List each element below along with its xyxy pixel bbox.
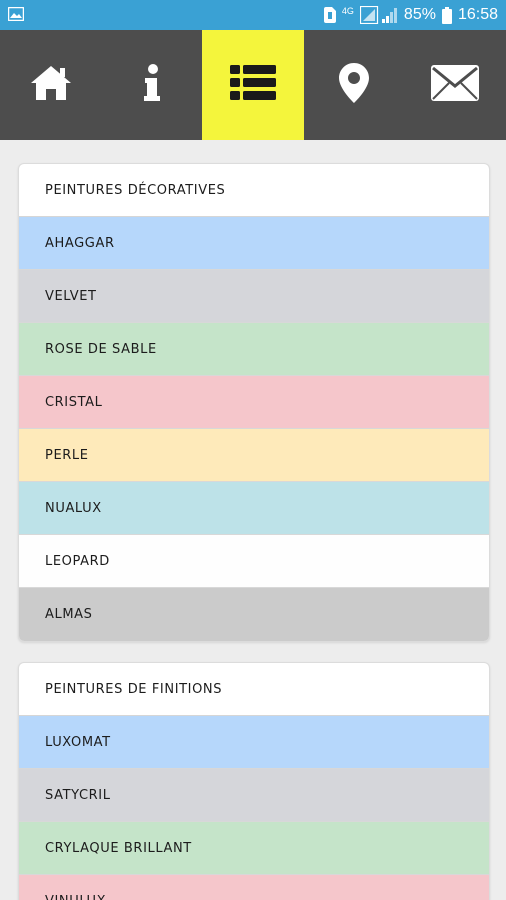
list-icon (229, 65, 276, 105)
list-item-luxomat[interactable]: LUXOMAT (19, 716, 489, 769)
battery-icon (441, 6, 452, 24)
top-nav (0, 30, 506, 140)
home-icon (30, 65, 72, 105)
info-icon (143, 64, 161, 106)
section-card-decoratives: PEINTURES DÉCORATIVES AHAGGAR VELVET ROS… (18, 163, 490, 642)
content-area: PEINTURES DÉCORATIVES AHAGGAR VELVET ROS… (0, 140, 506, 900)
list-item-leopard[interactable]: LEOPARD (19, 535, 489, 588)
status-bar: 4G 85% 16:58 (0, 0, 506, 30)
section-title: PEINTURES DÉCORATIVES (19, 164, 489, 217)
list-item-velvet[interactable]: VELVET (19, 270, 489, 323)
list-item-satycril[interactable]: SATYCRIL (19, 769, 489, 822)
list-item-nualux[interactable]: NUALUX (19, 482, 489, 535)
location-pin-icon (339, 63, 370, 107)
list-item-vinulux[interactable]: VINULUX (19, 875, 489, 900)
battery-percent: 85% (403, 6, 436, 23)
clock-time: 16:58 (457, 6, 498, 23)
nav-list[interactable] (202, 30, 304, 140)
sim-icon (323, 7, 336, 23)
mail-icon (431, 65, 480, 105)
section-title: PEINTURES DE FINITIONS (19, 663, 489, 716)
nav-location[interactable] (304, 30, 405, 140)
network-type-label: 4G (341, 5, 354, 16)
list-item-almas[interactable]: ALMAS (19, 588, 489, 641)
list-item-perle[interactable]: PERLE (19, 429, 489, 482)
list-item-ahaggar[interactable]: AHAGGAR (19, 217, 489, 270)
nav-info[interactable] (101, 30, 202, 140)
list-item-rose-de-sable[interactable]: ROSE DE SABLE (19, 323, 489, 376)
nav-contact[interactable] (405, 30, 506, 140)
nav-home[interactable] (0, 30, 101, 140)
image-notification-icon (7, 6, 25, 25)
signal-icon (359, 6, 398, 24)
list-item-crylaque-brillant[interactable]: CRYLAQUE BRILLANT (19, 822, 489, 875)
list-item-cristal[interactable]: CRISTAL (19, 376, 489, 429)
section-card-finitions: PEINTURES DE FINITIONS LUXOMAT SATYCRIL … (18, 662, 490, 900)
